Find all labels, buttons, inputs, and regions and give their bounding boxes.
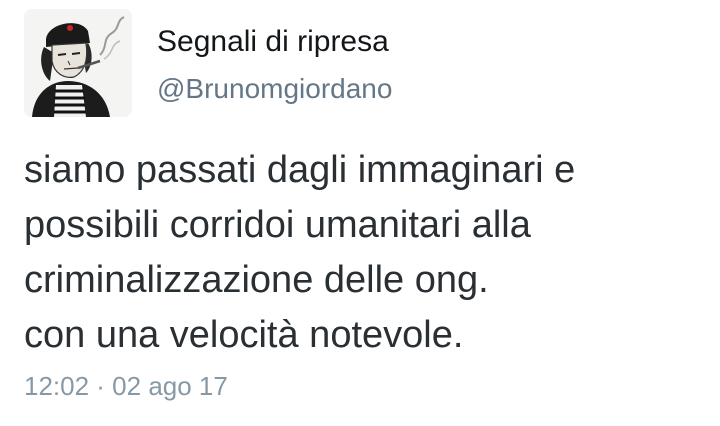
avatar-sketch-icon bbox=[24, 9, 132, 117]
tweet-timestamp[interactable]: 12:02 · 02 ago 17 bbox=[24, 368, 228, 404]
tweet-text-line: con una velocità notevole. bbox=[24, 314, 464, 356]
tweet-card: Segnali di ripresa @Brunomgiordano siamo… bbox=[0, 0, 720, 426]
tweet-text-line: possibili corridoi umanitari alla bbox=[24, 204, 531, 246]
display-name[interactable]: Segnali di ripresa bbox=[157, 22, 389, 62]
tweet-text-line: siamo passati dagli immaginari e bbox=[24, 149, 576, 191]
profile-avatar[interactable] bbox=[24, 9, 132, 117]
tweet-text: siamo passati dagli immaginari e possibi… bbox=[24, 143, 704, 363]
tweet-text-line: criminalizzazione delle ong. bbox=[24, 259, 489, 301]
user-handle[interactable]: @Brunomgiordano bbox=[157, 70, 392, 108]
